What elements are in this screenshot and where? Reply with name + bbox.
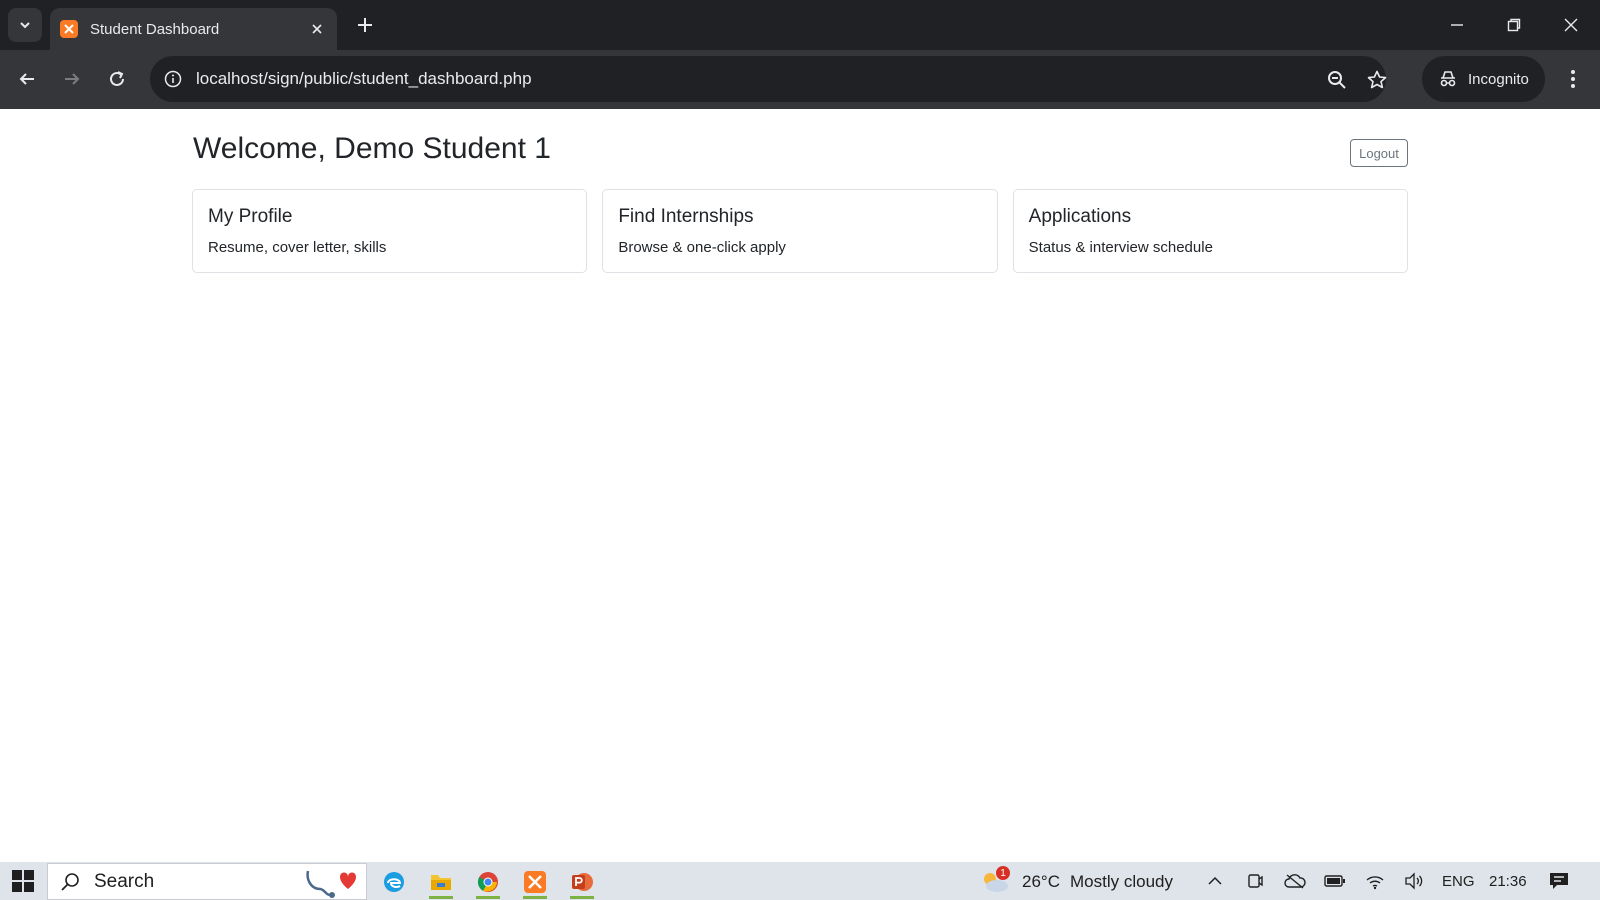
card-my-profile[interactable]: My Profile Resume, cover letter, skills xyxy=(192,189,588,273)
new-tab-button[interactable] xyxy=(351,11,379,39)
restore-button[interactable] xyxy=(1485,0,1543,50)
card-applications[interactable]: Applications Status & interview schedule xyxy=(1012,189,1408,273)
weather-temperature[interactable]: 26°C xyxy=(1022,872,1060,892)
browser-toolbar: localhost/sign/public/student_dashboard.… xyxy=(0,50,1600,109)
windows-logo-icon xyxy=(12,870,34,892)
minimize-icon xyxy=(1451,24,1463,26)
close-icon xyxy=(1564,18,1578,32)
windows-taskbar: Search 1 26°C Mostly cloudy ENG 21:36 xyxy=(0,862,1600,900)
restore-icon xyxy=(1507,18,1521,32)
powerpoint-app[interactable] xyxy=(562,865,602,899)
browser-tab[interactable]: Student Dashboard xyxy=(50,8,337,50)
show-hidden-icons-chevron-up-icon[interactable] xyxy=(1203,870,1227,892)
tab-title: Student Dashboard xyxy=(90,20,220,38)
card-subtitle: Resume, cover letter, skills xyxy=(208,239,387,256)
incognito-label: Incognito xyxy=(1468,70,1529,88)
reload-icon xyxy=(110,71,124,86)
zoom-icon[interactable] xyxy=(1324,67,1350,93)
card-find-internships[interactable]: Find Internships Browse & one-click appl… xyxy=(602,189,998,273)
notifications-icon[interactable] xyxy=(1547,870,1571,892)
incognito-indicator[interactable]: Incognito xyxy=(1422,56,1545,102)
tab-search-button[interactable] xyxy=(8,8,42,42)
browser-tabstrip: Student Dashboard xyxy=(0,0,1600,50)
tab-close-icon[interactable] xyxy=(307,19,327,39)
weather-description[interactable]: Mostly cloudy xyxy=(1070,872,1173,892)
xampp-icon xyxy=(524,871,546,893)
file-explorer-app[interactable] xyxy=(421,865,461,899)
xampp-app[interactable] xyxy=(515,865,555,899)
card-title: Find Internships xyxy=(618,206,754,227)
bookmark-star-icon[interactable] xyxy=(1364,67,1390,93)
minimize-button[interactable] xyxy=(1428,0,1486,50)
arrow-left-icon xyxy=(19,73,34,85)
incognito-icon xyxy=(1440,71,1456,87)
dashboard-cards: My Profile Resume, cover letter, skills … xyxy=(192,189,1408,273)
browser-menu-button[interactable] xyxy=(1558,62,1588,96)
clock[interactable]: 21:36 xyxy=(1489,873,1527,890)
site-info-icon[interactable] xyxy=(160,66,186,92)
volume-icon[interactable] xyxy=(1402,870,1426,892)
arrow-right-icon xyxy=(65,73,80,85)
page-content: Welcome, Demo Student 1 Logout My Profil… xyxy=(0,109,1600,862)
battery-icon[interactable] xyxy=(1323,870,1347,892)
address-bar[interactable]: localhost/sign/public/student_dashboard.… xyxy=(150,56,1387,102)
page-title: Welcome, Demo Student 1 xyxy=(193,132,551,165)
chrome-icon xyxy=(477,872,498,892)
wifi-icon[interactable] xyxy=(1363,870,1387,892)
start-button[interactable] xyxy=(8,867,38,895)
card-title: Applications xyxy=(1028,206,1132,227)
edge-icon xyxy=(384,872,404,892)
powerpoint-icon xyxy=(572,873,593,891)
logout-button[interactable]: Logout xyxy=(1350,139,1408,167)
more-vertical-icon xyxy=(1571,70,1575,88)
taskbar-search-placeholder: Search xyxy=(94,870,155,892)
onedrive-icon[interactable] xyxy=(1283,870,1307,892)
xampp-favicon-icon xyxy=(60,20,78,38)
reload-button[interactable] xyxy=(100,62,134,96)
card-subtitle: Status & interview schedule xyxy=(1028,239,1213,256)
search-icon xyxy=(61,872,79,891)
forward-button[interactable] xyxy=(55,62,89,96)
url-text[interactable]: localhost/sign/public/student_dashboard.… xyxy=(196,69,532,89)
plus-icon xyxy=(358,18,372,32)
card-title: My Profile xyxy=(208,206,293,227)
file-explorer-icon xyxy=(431,875,451,890)
card-subtitle: Browse & one-click apply xyxy=(618,239,786,256)
edge-app[interactable] xyxy=(374,865,414,899)
back-button[interactable] xyxy=(10,62,44,96)
close-window-button[interactable] xyxy=(1542,0,1600,50)
meet-now-icon[interactable] xyxy=(1243,870,1267,892)
weather-notification-badge: 1 xyxy=(996,866,1010,880)
taskbar-search-box[interactable]: Search xyxy=(47,863,367,900)
stethoscope-heart-icon xyxy=(306,870,356,898)
chrome-app[interactable] xyxy=(468,865,508,899)
chevron-down-icon xyxy=(20,22,30,29)
language-indicator[interactable]: ENG xyxy=(1442,873,1475,890)
